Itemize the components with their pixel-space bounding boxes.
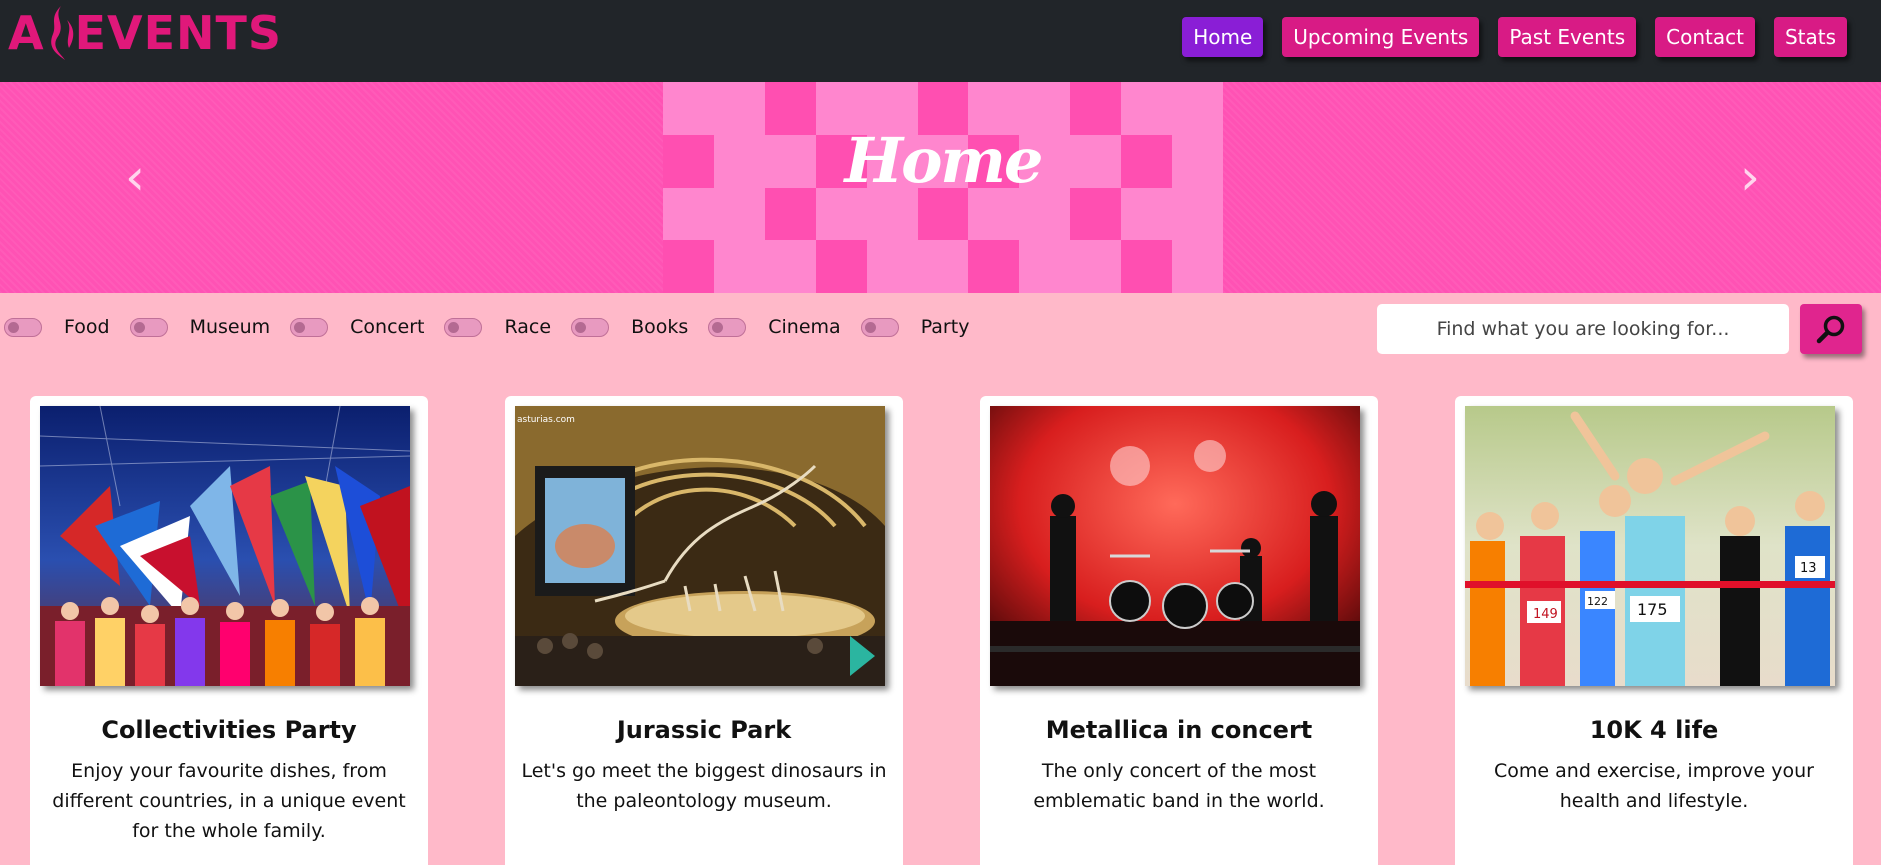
brand-logo[interactable]: A EVENTS	[8, 2, 282, 64]
toggle-food[interactable]	[4, 317, 42, 337]
card-title: Jurassic Park	[616, 716, 792, 744]
toggle-cinema[interactable]	[708, 317, 747, 337]
hero-carousel: Home ‹ ›	[0, 82, 1881, 293]
chevron-left-icon[interactable]: ‹	[115, 152, 155, 202]
card-title: Metallica in concert	[1045, 716, 1313, 744]
checker-cell	[968, 240, 1020, 293]
event-card[interactable]: 149 175 13 122 10K 4 life Come and exerc…	[1455, 396, 1853, 865]
checker-cell	[815, 240, 867, 293]
event-card[interactable]: asturias.com Jurassic Park Let's go meet…	[505, 396, 903, 865]
svg-text:13: 13	[1800, 561, 1817, 576]
toggle-concert[interactable]	[290, 317, 329, 337]
search-input[interactable]	[1377, 304, 1789, 354]
filter-label: Books	[631, 316, 689, 338]
svg-text:175: 175	[1637, 600, 1668, 619]
toggle-museum[interactable]	[129, 317, 168, 337]
event-card[interactable]: Collectivities Party Enjoy your favourit…	[30, 396, 428, 865]
checker-cell	[764, 240, 816, 293]
filter-label: Museum	[189, 316, 271, 338]
filter-race: Race	[444, 316, 551, 338]
nav-stats[interactable]: Stats	[1773, 17, 1847, 57]
filter-museum: Museum	[129, 316, 271, 338]
main-nav: Home Upcoming Events Past Events Contact…	[1182, 17, 1847, 57]
checker-cell	[917, 240, 969, 293]
toggle-books[interactable]	[571, 317, 610, 337]
card-title: 10K 4 life	[1589, 716, 1719, 744]
logo-wordmark: EVENTS	[74, 6, 283, 60]
filter-cinema: Cinema	[708, 316, 841, 338]
image-caption: asturias.com	[517, 415, 575, 425]
filter-label: Party	[920, 316, 970, 338]
toggle-party[interactable]	[860, 317, 899, 337]
filter-food: Food	[4, 316, 110, 338]
navbar: A EVENTS Home Upcoming Events Past Event…	[0, 0, 1881, 82]
filter-label: Race	[504, 316, 552, 338]
logo-letter-a: A	[8, 6, 45, 60]
filter-label: Cinema	[768, 316, 841, 338]
nav-contact[interactable]: Contact	[1655, 17, 1755, 57]
card-description: The only concert of the most emblematic …	[1033, 760, 1325, 812]
checker-cell	[663, 240, 714, 293]
flame-icon	[50, 6, 73, 60]
running-race-photo: 149 175 13 122	[1465, 406, 1835, 686]
search-button[interactable]	[1800, 304, 1862, 354]
event-card[interactable]: Metallica in concert The only concert of…	[980, 396, 1378, 865]
checker-cell	[1070, 240, 1122, 293]
nav-home[interactable]: Home	[1182, 17, 1264, 57]
filter-books: Books	[571, 316, 688, 338]
nav-past-events[interactable]: Past Events	[1498, 17, 1637, 57]
svg-text:122: 122	[1587, 595, 1608, 608]
rock-concert-photo	[990, 406, 1360, 686]
hero-title: Home	[844, 124, 1044, 197]
category-filters: Food Museum Concert Race Books Cinema Pa…	[4, 316, 989, 338]
checker-cell	[713, 240, 765, 293]
checker-cell	[866, 240, 918, 293]
filter-label: Concert	[350, 316, 425, 338]
checker-cell	[1172, 240, 1223, 293]
card-title: Collectivities Party	[101, 716, 357, 744]
filter-label: Food	[64, 316, 110, 338]
magnifier-icon	[1816, 315, 1845, 344]
card-description: Enjoy your favourite dishes, from differ…	[52, 760, 406, 842]
svg-text:149: 149	[1533, 607, 1558, 622]
toggle-race[interactable]	[444, 317, 483, 337]
dinosaur-museum-photo: asturias.com	[515, 406, 885, 686]
filter-party: Party	[860, 316, 970, 338]
flags-festival-photo	[40, 406, 410, 686]
checker-cell	[1019, 240, 1071, 293]
chevron-right-icon[interactable]: ›	[1730, 152, 1770, 202]
card-description: Come and exercise, improve your health a…	[1494, 760, 1814, 812]
card-description: Let's go meet the biggest dinosaurs in t…	[521, 760, 887, 812]
filter-concert: Concert	[290, 316, 424, 338]
nav-upcoming-events[interactable]: Upcoming Events	[1282, 17, 1480, 57]
checker-cell	[1121, 240, 1173, 293]
